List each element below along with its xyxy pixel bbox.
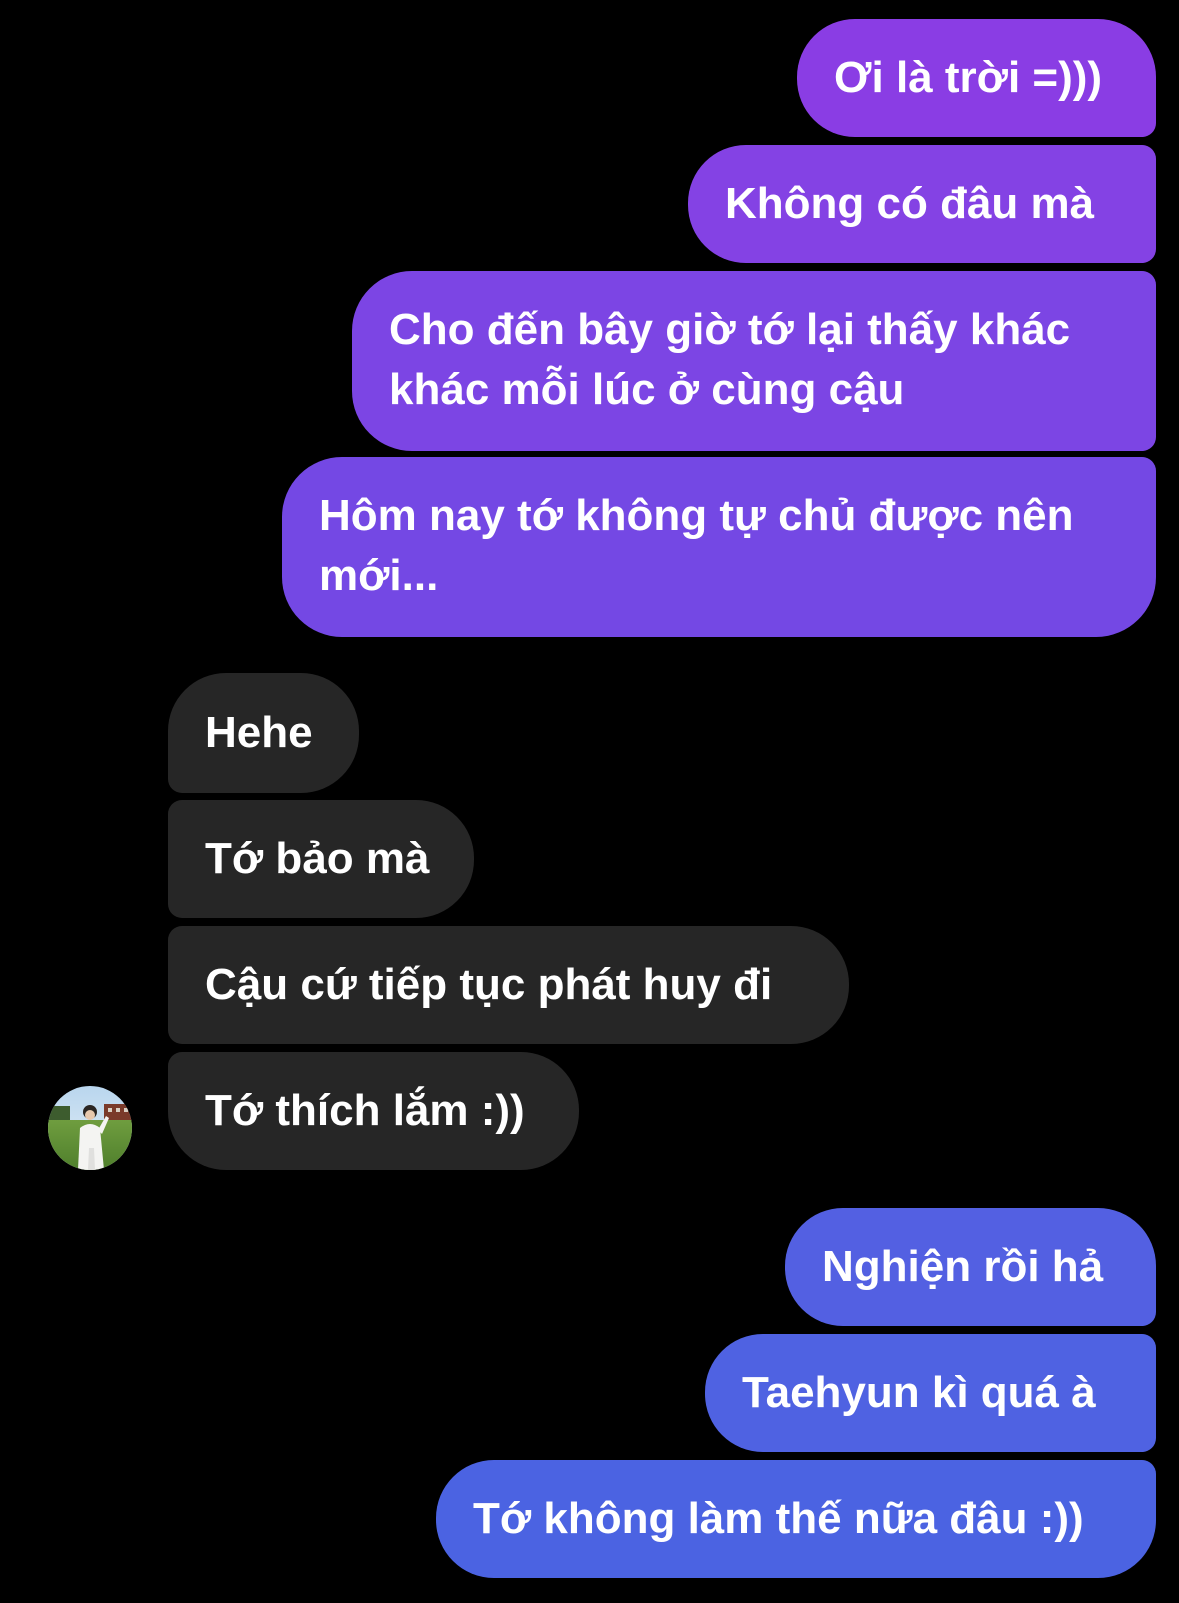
chat-thread: Ơi là trời =))) Không có đâu mà Cho đến …: [0, 0, 1179, 1603]
message-text-line-2: khác mỗi lúc ở cùng cậu: [389, 365, 905, 414]
outgoing-message-bubble[interactable]: Cho đến bây giờ tớ lại thấy khác khác mỗ…: [352, 271, 1156, 451]
outgoing-message-bubble[interactable]: Hôm nay tớ không tự chủ được nên mới...: [282, 457, 1156, 637]
message-text-line-2: mới...: [319, 551, 439, 600]
outgoing-message-bubble[interactable]: Tớ không làm thế nữa đâu :)): [436, 1460, 1156, 1578]
message-text: Taehyun kì quá à: [742, 1368, 1096, 1417]
message-text: Ơi là trời =))): [834, 53, 1103, 102]
incoming-message-bubble[interactable]: Tớ thích lắm :)): [168, 1052, 579, 1170]
contact-avatar[interactable]: [48, 1086, 132, 1170]
outgoing-message-bubble[interactable]: Taehyun kì quá à: [705, 1334, 1156, 1452]
message-text: Tớ thích lắm :)): [205, 1086, 525, 1135]
message-text: Nghiện rồi hả: [822, 1242, 1104, 1291]
incoming-message-bubble[interactable]: Tớ bảo mà: [168, 800, 474, 918]
contact-avatar-photo-icon: [48, 1086, 132, 1170]
message-text: Cậu cứ tiếp tục phát huy đi: [205, 960, 773, 1009]
message-text: Tớ không làm thế nữa đâu :)): [473, 1494, 1084, 1543]
message-text-line-1: Cho đến bây giờ tớ lại thấy khác: [389, 305, 1071, 354]
message-text-line-1: Hôm nay tớ không tự chủ được nên: [319, 491, 1074, 540]
message-text: Hehe: [205, 708, 313, 757]
outgoing-message-bubble[interactable]: Không có đâu mà: [688, 145, 1156, 263]
outgoing-message-bubble[interactable]: Nghiện rồi hả: [785, 1208, 1156, 1326]
incoming-message-bubble[interactable]: Cậu cứ tiếp tục phát huy đi: [168, 926, 849, 1044]
incoming-message-bubble[interactable]: Hehe: [168, 673, 359, 793]
message-text: Tớ bảo mà: [205, 834, 430, 883]
message-text: Không có đâu mà: [725, 179, 1095, 228]
outgoing-message-bubble[interactable]: Ơi là trời =))): [797, 19, 1156, 137]
